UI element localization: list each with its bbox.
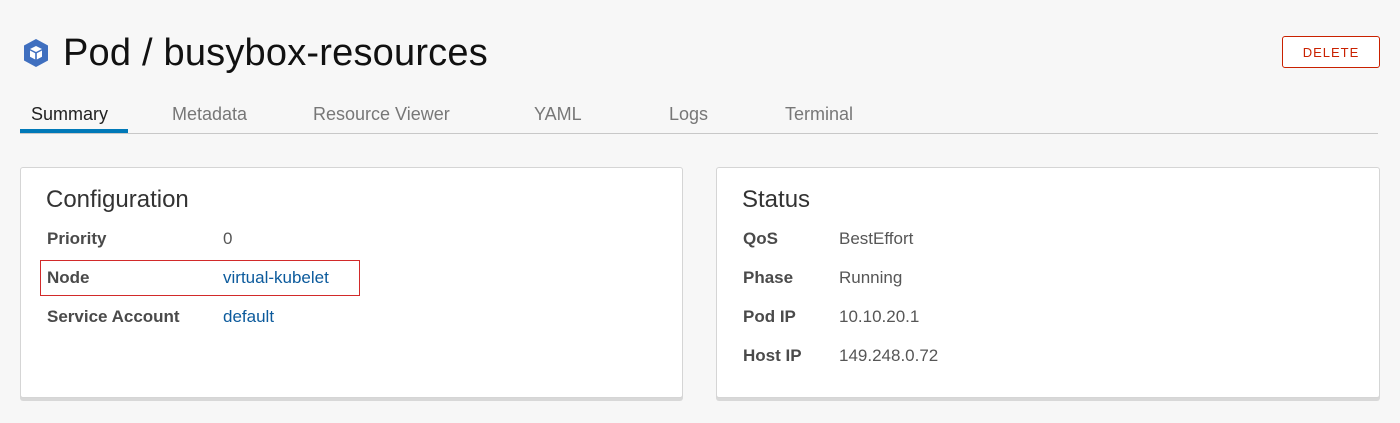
phase-value: Running: [839, 268, 903, 287]
tab-resource-viewer[interactable]: Resource Viewer: [313, 103, 450, 125]
phase-label: Phase: [743, 268, 794, 287]
pod-ip-label: Pod IP: [743, 307, 796, 326]
priority-label: Priority: [47, 229, 107, 248]
active-tab-indicator: [20, 129, 128, 133]
service-account-link[interactable]: default: [223, 305, 274, 329]
service-account-label: Service Account: [47, 307, 180, 326]
status-card: Status QoS BestEffort Phase Running Pod …: [716, 167, 1380, 398]
tab-metadata[interactable]: Metadata: [172, 103, 247, 125]
node-link[interactable]: virtual-kubelet: [223, 266, 329, 290]
kubernetes-pod-icon: [20, 37, 52, 69]
tab-terminal[interactable]: Terminal: [785, 103, 853, 125]
configuration-card: Configuration Priority 0 Node virtual-ku…: [20, 167, 683, 398]
host-ip-label: Host IP: [743, 346, 802, 365]
configuration-title: Configuration: [46, 186, 189, 213]
tab-summary[interactable]: Summary: [31, 103, 108, 125]
page-title: Pod / busybox-resources: [63, 32, 488, 74]
pod-ip-value: 10.10.20.1: [839, 307, 920, 326]
tab-bar: Summary Metadata Resource Viewer YAML Lo…: [20, 96, 1378, 134]
node-label: Node: [47, 268, 90, 287]
qos-value: BestEffort: [839, 229, 914, 248]
title-area: Pod / busybox-resources: [20, 30, 488, 76]
qos-label: QoS: [743, 229, 778, 248]
host-ip-value: 149.248.0.72: [839, 346, 939, 365]
tab-logs[interactable]: Logs: [669, 103, 708, 125]
priority-value: 0: [223, 229, 233, 248]
delete-button[interactable]: DELETE: [1282, 36, 1380, 68]
tab-yaml[interactable]: YAML: [534, 103, 582, 125]
status-title: Status: [742, 186, 811, 213]
page-header: Pod / busybox-resources DELETE: [20, 30, 1380, 78]
